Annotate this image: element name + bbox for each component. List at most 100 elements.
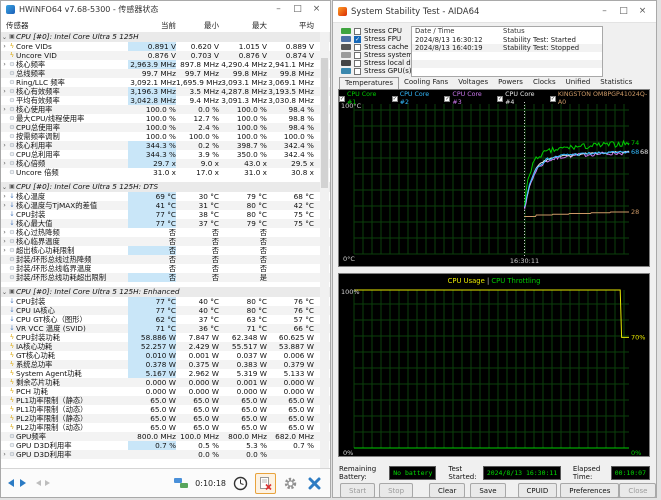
stress-checkbox[interactable]: ✓ (354, 36, 361, 43)
sensor-row[interactable]: ↓CPU IA核心77 °C40 °C80 °C76 °C (1, 306, 330, 315)
sensor-group-header[interactable]: ⌄▣CPU [#0]: Intel Core Ultra 5 125H: Enh… (1, 287, 330, 297)
settings-gear-icon[interactable] (281, 474, 300, 493)
sensor-row[interactable]: ↓VR VCC 温度 (SVID)71 °C36 °C71 °C66 °C (1, 324, 330, 333)
logging-stop-button[interactable] (255, 473, 276, 494)
sensor-row[interactable]: ϟSystem Agent功耗5.167 W2.962 W5.319 W5.13… (1, 369, 330, 378)
tab-cooling-fans[interactable]: Cooling Fans (399, 77, 453, 89)
legend-checkbox[interactable]: ✓ (550, 96, 556, 102)
sensor-row[interactable]: ›↓核心温度与TjMAX的差值41 °C31 °C80 °C42 °C (1, 201, 330, 210)
tab-clocks[interactable]: Clocks (528, 77, 561, 89)
cpuid-button[interactable]: CPUID (518, 483, 558, 498)
sensor-row[interactable]: ⊙GPU频率800.0 MHz100.0 MHz800.0 MHz682.0 M… (1, 432, 330, 441)
sensor-row[interactable]: ϟ剩余芯片功耗0.000 W0.000 W0.001 W0.000 W (1, 378, 330, 387)
tab-unified[interactable]: Unified (561, 77, 596, 89)
sensor-row[interactable]: ϟPL2功率限制（静态）65.0 W65.0 W65.0 W65.0 W (1, 414, 330, 423)
sensor-row[interactable]: ›⊙核心利用率344.3 %0.2 %398.7 %342.4 % (1, 141, 330, 150)
column-sensor[interactable]: 传感器 (1, 20, 128, 31)
sensor-row[interactable]: ›⊙GPU D3D利用率0.0 %0.0 % (1, 450, 330, 459)
column-avg[interactable]: 平均 (267, 20, 314, 31)
tab-statistics[interactable]: Statistics (595, 77, 637, 89)
minimize-icon[interactable]: – (270, 2, 287, 17)
sensor-row[interactable]: ϟPCH 功耗0.000 W0.000 W0.000 W0.000 W (1, 387, 330, 396)
sensor-row[interactable]: ›⊙核心临界温度否否否 (1, 237, 330, 246)
value-current: 5.167 W (128, 369, 176, 378)
legend-checkbox[interactable]: ✓ (497, 96, 503, 102)
sensor-row[interactable]: ›⊙核心使用率100.0 %0.0 %100.0 %98.4 % (1, 105, 330, 114)
value-max: 55.517 W (219, 342, 267, 351)
sensor-row[interactable]: ⊙按需频率调制100.0 %100.0 %100.0 %100.0 % (1, 132, 330, 141)
sensor-row[interactable]: ϟGT核心功耗0.010 W0.001 W0.037 W0.006 W (1, 351, 330, 360)
sensor-table-scrollbar[interactable] (320, 32, 329, 468)
column-min[interactable]: 最小 (176, 20, 219, 31)
sensor-row[interactable]: ↓核心最大值77 °C37 °C79 °C75 °C (1, 219, 330, 228)
close-icon[interactable]: × (308, 2, 325, 17)
sensor-group-header[interactable]: ⌄▣CPU [#0]: Intel Core Ultra 5 125H (1, 32, 330, 42)
log-row[interactable] (412, 60, 602, 68)
nav-arrows-icon[interactable] (7, 474, 26, 493)
clock-icon[interactable] (231, 474, 250, 493)
sensor-row[interactable]: ›⊙核心倍频29.7 x9.0 x43.0 x29.5 x (1, 159, 330, 168)
stress-checkbox[interactable] (354, 60, 361, 67)
sensor-row[interactable]: ⊙CPU总使用率100.0 %2.4 %100.0 %98.4 % (1, 123, 330, 132)
sensor-row[interactable]: ⊙封装/环形总线临界温度否否否 (1, 264, 330, 273)
sensor-row[interactable]: ›↓核心温度69 °C30 °C79 °C68 °C (1, 192, 330, 201)
sensor-row[interactable]: ›⊙核心频率2,963.9 MHz897.8 MHz4,290.4 MHz2,9… (1, 60, 330, 69)
sensor-row[interactable]: ϟ系统总功率0.378 W0.375 W0.383 W0.379 W (1, 360, 330, 369)
sensor-group-header[interactable]: ⌄▣CPU [#0]: Intel Core Ultra 5 125H: DTS (1, 182, 330, 192)
sensor-row[interactable]: ϟUncore VID0.876 V0.703 V0.876 V0.874 V (1, 51, 330, 60)
sensor-row[interactable]: ϟPL1功率限制（静态）65.0 W65.0 W65.0 W65.0 W (1, 396, 330, 405)
column-max[interactable]: 最大 (219, 20, 267, 31)
close-icon[interactable]: × (634, 4, 651, 19)
maximize-icon[interactable]: □ (615, 4, 632, 19)
aida64-titlebar[interactable]: System Stability Test - AIDA64 – □ × (333, 1, 656, 23)
stress-checkbox[interactable] (354, 68, 361, 75)
sensor-row[interactable]: ›⊙超出核心功耗限制否否否 (1, 246, 330, 255)
tab-powers[interactable]: Powers (493, 77, 528, 89)
column-current[interactable]: 当前 (128, 20, 176, 31)
legend-checkbox[interactable]: ✓ (339, 96, 345, 102)
sensor-row[interactable]: ⊙最大CPU/线程使用率100.0 %12.7 %100.0 %98.8 % (1, 114, 330, 123)
log-row[interactable] (412, 52, 602, 60)
legend-checkbox[interactable]: ✓ (444, 96, 450, 102)
start-button[interactable]: Start (340, 483, 375, 498)
close-sensors-icon[interactable] (305, 474, 324, 493)
sensor-row[interactable]: ϟCPU封装功耗58.886 W7.847 W62.348 W60.625 W (1, 333, 330, 342)
value-current: 344.3 % (128, 150, 176, 159)
sensor-row[interactable]: ⊙Uncore 倍频31.0 x17.0 x31.0 x30.8 x (1, 168, 330, 177)
stress-checkbox[interactable] (354, 52, 361, 59)
sensor-row[interactable]: ϟPL1功率限制（动态）65.0 W65.0 W65.0 W65.0 W (1, 405, 330, 414)
value-avg: 0.006 W (267, 351, 314, 360)
sensor-row[interactable]: ⊙封装/环形总线过热降频否否否 (1, 255, 330, 264)
save-button[interactable]: Save (470, 483, 505, 498)
log-row[interactable]: 2024/8/13 16:40:19Stability Test: Stoppe… (412, 44, 602, 52)
sensor-row[interactable]: ↓CPU封装77 °C38 °C80 °C75 °C (1, 210, 330, 219)
preferences-button[interactable]: Preferences (560, 483, 619, 498)
sensor-row[interactable]: ϟPL2功率限制（动态）65.0 W65.0 W65.0 W65.0 W (1, 423, 330, 432)
sensor-row[interactable]: ⊙平均有效频率3,042.8 MHz9.4 MHz3,091.3 MHz3,03… (1, 96, 330, 105)
sensor-row[interactable]: ›ϟCore VIDs0.891 V0.620 V1.015 V0.889 V (1, 42, 330, 51)
sensor-row[interactable]: ⊙CPU总利用率344.3 %3.9 %350.0 %342.4 % (1, 150, 330, 159)
sensor-row[interactable]: ⊙封装/环形总线功耗超出限制否否是 (1, 273, 330, 282)
sensor-row[interactable]: ›⊙核心过热降频否否否 (1, 228, 330, 237)
sensor-row[interactable]: ›⊙核心有效频率3,196.3 MHz3.5 MHz4,287.8 MHz3,1… (1, 87, 330, 96)
maximize-icon[interactable]: □ (289, 2, 306, 17)
clear-button[interactable]: Clear (429, 483, 465, 498)
sensor-row[interactable]: ϟIA核心功耗52.257 W2.429 W55.517 W53.887 W (1, 342, 330, 351)
sensor-row[interactable]: ↓CPU GT核心（图形）62 °C37 °C63 °C57 °C (1, 315, 330, 324)
log-row[interactable] (412, 68, 602, 76)
sensor-row[interactable]: ⊙Ring/LLC 频率3,092.1 MHz1,695.9 MHz3,093.… (1, 78, 330, 87)
stop-button[interactable]: Stop (379, 483, 413, 498)
log-row[interactable]: 2024/8/13 16:30:12Stability Test: Starte… (412, 36, 602, 44)
legend-checkbox[interactable]: ✓ (392, 96, 398, 102)
scrollbar-thumb[interactable] (321, 58, 328, 188)
hwinfo-titlebar[interactable]: HWiNFO64 v7.68-5300 - 传感器状态 – □ × (1, 1, 330, 19)
remote-sensors-icon[interactable] (171, 474, 190, 493)
stress-checkbox[interactable] (354, 44, 361, 51)
tab-voltages[interactable]: Voltages (453, 77, 493, 89)
minimize-icon[interactable]: – (596, 4, 613, 19)
close-button[interactable]: Close (619, 483, 656, 498)
sensor-row[interactable]: ↓CPU封装77 °C40 °C80 °C76 °C (1, 297, 330, 306)
sensor-row[interactable]: ⊙GPU D3D利用率0.7 %0.5 %5.3 %0.7 % (1, 441, 330, 450)
sensor-row[interactable]: ⊙总线频率99.7 MHz99.7 MHz99.8 MHz99.8 MHz (1, 69, 330, 78)
stress-checkbox[interactable] (354, 28, 361, 35)
